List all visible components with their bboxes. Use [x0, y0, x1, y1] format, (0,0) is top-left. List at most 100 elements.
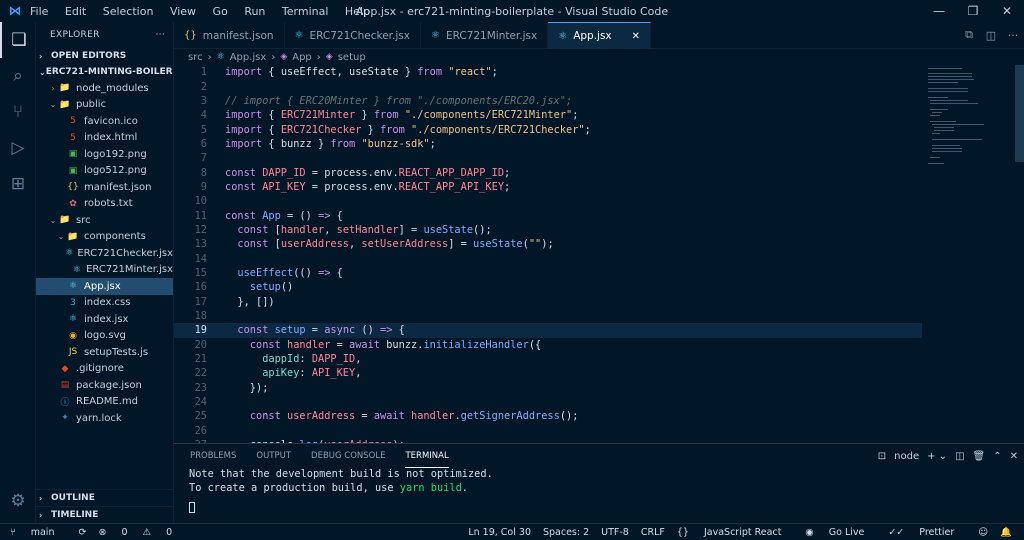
split-editor-icon[interactable]: ◫ — [980, 29, 1002, 42]
menu-view[interactable]: View — [170, 5, 196, 18]
menu-edit[interactable]: Edit — [65, 5, 86, 18]
feedback-icon[interactable]: ☺ — [978, 527, 988, 538]
more-actions-icon[interactable]: ··· — [156, 30, 165, 40]
extensions-icon[interactable]: ⊞ — [0, 166, 36, 202]
tree-item[interactable]: ⚛ App.jsx — [36, 278, 173, 295]
tab-manifest-json[interactable]: {} manifest.json — [174, 22, 285, 49]
tree-item[interactable]: 5 favicon.ico — [36, 113, 173, 130]
menu-file[interactable]: File — [30, 5, 48, 18]
tab-erc721minter[interactable]: ⚛ ERC721Minter.jsx — [421, 22, 549, 49]
code-line[interactable]: 13 const [userAddress, setUserAddress] =… — [174, 237, 922, 251]
tree-item[interactable]: ⓘ README.md — [36, 394, 173, 411]
sync-icon[interactable]: ⟳ — [78, 527, 86, 538]
minimap[interactable] — [922, 65, 1024, 443]
menu-go[interactable]: Go — [213, 5, 228, 18]
chevron-up-icon[interactable]: ⌃ — [993, 451, 1001, 462]
menu-help[interactable]: Help — [345, 5, 370, 18]
timeline-section[interactable]: › TIMELINE — [36, 506, 174, 523]
breadcrumb-app[interactable]: App — [292, 52, 312, 63]
code-line[interactable]: 15 useEffect(() => { — [174, 266, 922, 280]
tab-debug-console[interactable]: DEBUG CONSOLE — [311, 444, 385, 468]
breadcrumb-src[interactable]: src — [188, 52, 203, 63]
code-line[interactable]: 9 const API_KEY = process.env.REACT_APP_A… — [174, 180, 922, 194]
code-line[interactable]: 24 — [174, 395, 922, 409]
search-icon[interactable]: ⌕ — [0, 58, 36, 94]
code-line[interactable]: 22 apiKey: API_KEY, — [174, 366, 922, 380]
bell-icon[interactable]: 🔔 — [1000, 527, 1012, 538]
encoding[interactable]: UTF-8 — [601, 527, 629, 538]
terminal-output[interactable]: Note that the development build is not o… — [174, 468, 1024, 513]
tree-item[interactable]: ▣ logo192.png — [36, 146, 173, 163]
close-window-icon[interactable]: ✕ — [990, 0, 1024, 22]
code-line[interactable]: 18 — [174, 309, 922, 323]
tab-output[interactable]: OUTPUT — [256, 444, 291, 468]
tree-item[interactable]: ◉ logo.svg — [36, 328, 173, 345]
language-mode[interactable]: {} JavaScript React — [677, 527, 794, 538]
tree-item[interactable]: ⚛ ERC721Checker.jsx — [36, 245, 173, 262]
go-live[interactable]: ◉ Go Live — [805, 527, 876, 538]
prettier[interactable]: ✓✓ Prettier — [888, 527, 966, 538]
tree-item[interactable]: 3 index.css — [36, 295, 173, 312]
code-line[interactable]: 14 — [174, 251, 922, 265]
branch-status[interactable]: ⑂ main — [10, 527, 66, 538]
more-actions-icon[interactable]: ··· — [1002, 29, 1024, 42]
project-section[interactable]: ⌄ ERC721-MINTING-BOILERPLA... — [36, 64, 173, 80]
code-line[interactable]: 8 const DAPP_ID = process.env.REACT_APP_D… — [174, 165, 922, 179]
tree-item[interactable]: ▣ logo512.png — [36, 163, 173, 180]
run-debug-icon[interactable]: ▷ — [0, 130, 36, 166]
open-editors-section[interactable]: › OPEN EDITORS — [36, 48, 173, 64]
explorer-icon[interactable]: ❏ — [0, 22, 36, 58]
tab-terminal[interactable]: TERMINAL — [405, 444, 449, 468]
tree-item[interactable]: ◆ .gitignore — [36, 361, 173, 378]
tree-item[interactable]: ✿ robots.txt — [36, 196, 173, 213]
problems-status[interactable]: ⊗ 0 ⚠ 0 — [98, 527, 184, 538]
code-line-current[interactable]: 19 const setup = async () => { — [174, 323, 922, 338]
tab-erc721checker[interactable]: ⚛ ERC721Checker.jsx — [285, 22, 421, 49]
close-panel-icon[interactable]: ✕ — [1010, 451, 1018, 462]
menu-terminal[interactable]: Terminal — [282, 5, 329, 18]
code-line[interactable]: 11 const App = () => { — [174, 208, 922, 222]
code-line[interactable]: 12 const [handler, setHandler] = useStat… — [174, 223, 922, 237]
code-line[interactable]: 25 const userAddress = await handler.get… — [174, 409, 922, 423]
tab-problems[interactable]: PROBLEMS — [190, 444, 236, 468]
split-terminal-icon[interactable]: ◫ — [955, 451, 964, 462]
menu-run[interactable]: Run — [244, 5, 265, 18]
source-control-icon[interactable]: ⑂ — [0, 94, 36, 130]
code-editor[interactable]: 1 import { useEffect, useState } from "re… — [174, 65, 922, 443]
line-endings[interactable]: CRLF — [641, 527, 665, 538]
tree-item[interactable]: 5 index.html — [36, 130, 173, 147]
code-line[interactable]: 20 const handler = await bunzz.initializ… — [174, 338, 922, 352]
new-terminal-icon[interactable]: + ⌄ — [927, 451, 947, 462]
tree-item[interactable]: ⌄ 📁 src — [36, 212, 173, 229]
code-line[interactable]: 16 setup() — [174, 280, 922, 294]
breadcrumb-setup[interactable]: setup — [338, 52, 366, 63]
menu-selection[interactable]: Selection — [103, 5, 154, 18]
cursor-position[interactable]: Ln 19, Col 30 — [468, 527, 531, 538]
breadcrumb-file[interactable]: App.jsx — [230, 52, 267, 63]
tree-item[interactable]: ✦ yarn.lock — [36, 410, 173, 427]
gear-icon[interactable]: ⚙ — [0, 483, 36, 519]
open-changes-icon[interactable]: ⧉ — [958, 28, 980, 42]
close-tab-icon[interactable]: ✕ — [632, 31, 640, 42]
code-line[interactable]: 17 }, []) — [174, 295, 922, 309]
minimize-icon[interactable]: — — [922, 0, 956, 22]
code-line[interactable]: 4 import { ERC721Minter } from "./compone… — [174, 108, 922, 122]
tree-item[interactable]: ⌄ 📁 public — [36, 97, 173, 114]
outline-section[interactable]: › OUTLINE — [36, 489, 174, 506]
code-line[interactable]: 2 — [174, 79, 922, 93]
code-line[interactable]: 6 import { bunzz } from "bunzz-sdk"; — [174, 137, 922, 151]
tree-item[interactable]: {} manifest.json — [36, 179, 173, 196]
tab-app-jsx[interactable]: ⚛ App.jsx ✕ — [548, 22, 652, 49]
code-line[interactable]: 10 — [174, 194, 922, 208]
code-line[interactable]: 7 — [174, 151, 922, 165]
minimap-slider[interactable] — [1015, 65, 1024, 162]
code-line[interactable]: 5 import { ERC721Checker } from "./compon… — [174, 122, 922, 136]
restore-icon[interactable]: ❐ — [956, 0, 990, 22]
code-line[interactable]: 3// import { ERC20Minter } from "./compo… — [174, 94, 922, 108]
tree-item[interactable]: ⚛ ERC721Minter.jsx — [36, 262, 173, 279]
vscode-logo-icon[interactable]: ⋈ — [0, 4, 30, 19]
tree-item[interactable]: ⚛ index.jsx — [36, 311, 173, 328]
tree-item[interactable]: ⌄ 📁 components — [36, 229, 173, 246]
terminal-select[interactable]: node — [894, 451, 919, 462]
tree-item[interactable]: ▤ package.json — [36, 377, 173, 394]
